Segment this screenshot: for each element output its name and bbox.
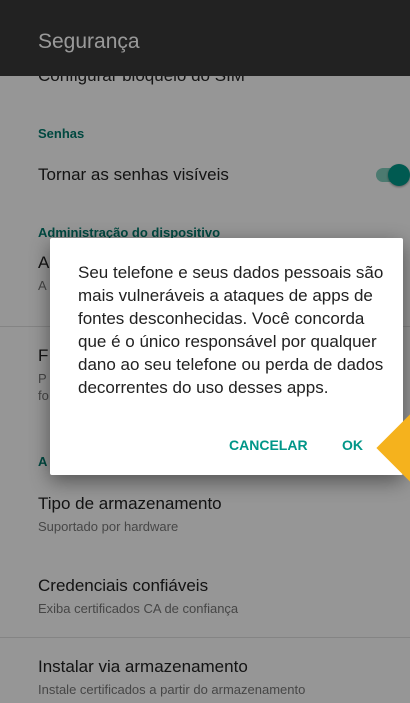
unknown-sources-warning-dialog: Seu telefone e seus dados pessoais são m… bbox=[50, 238, 403, 475]
dialog-message: Seu telefone e seus dados pessoais são m… bbox=[78, 263, 384, 397]
cancel-button[interactable]: CANCELAR bbox=[229, 437, 308, 453]
ok-button[interactable]: OK bbox=[342, 437, 363, 453]
